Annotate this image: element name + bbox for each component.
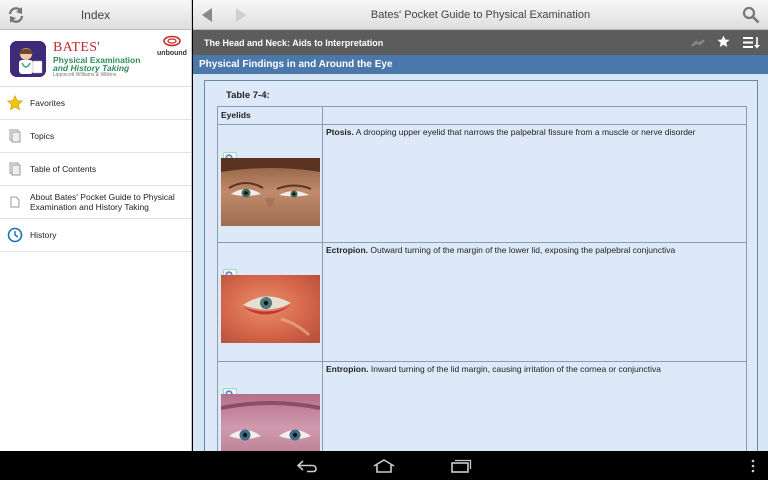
index-title: Index — [80, 8, 111, 22]
content-pane: Bates' Pocket Guide to Physical Examinat… — [193, 0, 768, 451]
chapter-title: The Head and Neck: Aids to Interpretatio… — [204, 38, 384, 48]
image-cell — [217, 361, 323, 451]
system-recents-button[interactable] — [450, 459, 472, 478]
bates-logo-icon — [10, 41, 46, 77]
section-title: Physical Findings in and Around the Eye — [199, 59, 393, 70]
page-icon — [7, 161, 23, 177]
android-navigation-bar — [0, 451, 768, 480]
description-cell: Entropion. Inward turning of the lid mar… — [322, 361, 747, 451]
table-caption: Table 7-4: — [226, 90, 270, 101]
term-label: Ptosis. — [326, 127, 354, 137]
page-icon — [7, 128, 23, 144]
brand-name: BATES' — [53, 40, 101, 55]
nav-item-label: Table of Contents — [30, 164, 97, 174]
ptosis-photo[interactable] — [221, 158, 320, 226]
content-area[interactable]: Table 7-4: Eyelids Ptosis. A drooping up… — [193, 74, 768, 451]
system-home-button[interactable] — [372, 459, 396, 478]
brand-publisher: Lippincott Williams & Wilkins — [53, 72, 117, 78]
term-description: Outward turning of the margin of the low… — [370, 245, 676, 255]
unbound-logo-text: unbound — [157, 50, 187, 57]
star-icon — [7, 95, 23, 111]
table-container: Table 7-4: Eyelids Ptosis. A drooping up… — [204, 80, 758, 451]
system-menu-button[interactable] — [750, 459, 756, 478]
term-description: Inward turning of the lid margin, causin… — [370, 364, 661, 374]
term-description: A drooping upper eyelid that narrows the… — [355, 127, 696, 137]
table-row: Entropion. Inward turning of the lid mar… — [217, 361, 747, 451]
content-toolbar: Bates' Pocket Guide to Physical Examinat… — [193, 0, 768, 30]
book-brand[interactable]: BATES' Physical Examination and History … — [0, 30, 191, 87]
nav-item-label: History — [30, 230, 57, 240]
table-header-row: Eyelids — [217, 106, 747, 125]
home-icon — [373, 459, 395, 473]
overflow-menu-icon — [751, 459, 755, 473]
table-header-cell: Eyelids — [217, 106, 323, 125]
search-button[interactable] — [742, 6, 760, 29]
nav-item-favorites[interactable]: Favorites — [0, 87, 191, 120]
nav-item-topics[interactable]: Topics — [0, 120, 191, 153]
nav-item-history[interactable]: History — [0, 219, 191, 252]
table-row: Ptosis. A drooping upper eyelid that nar… — [217, 124, 747, 243]
star-icon — [717, 35, 730, 48]
back-arrow-icon — [296, 460, 317, 473]
nav-item-label: Topics — [30, 131, 55, 141]
table-header-cell-empty — [322, 106, 747, 125]
nav-item-label: Favorites — [30, 98, 65, 108]
index-toolbar: Index — [0, 0, 191, 30]
page-icon — [7, 194, 23, 210]
term-label: Entropion. — [326, 364, 369, 374]
link-icon — [691, 39, 705, 47]
section-bar: Physical Findings in and Around the Eye — [193, 55, 768, 74]
nav-item-about[interactable]: About Bates' Pocket Guide to Physical Ex… — [0, 186, 191, 219]
nav-item-label: About Bates' Pocket Guide to Physical Ex… — [30, 192, 175, 212]
chapter-bar: The Head and Neck: Aids to Interpretatio… — [193, 30, 768, 55]
description-cell: Ptosis. A drooping upper eyelid that nar… — [322, 124, 747, 243]
recents-icon — [451, 459, 472, 473]
image-cell — [217, 242, 323, 362]
link-button[interactable] — [690, 36, 706, 54]
table-row: Ectropion. Outward turning of the margin… — [217, 242, 747, 362]
nav-item-table-of-contents[interactable]: Table of Contents — [0, 153, 191, 186]
book-title: Bates' Pocket Guide to Physical Examinat… — [370, 9, 591, 21]
search-icon — [742, 6, 760, 24]
unbound-logo-icon — [163, 35, 181, 47]
ectropion-photo[interactable] — [221, 275, 320, 343]
list-icon — [743, 37, 760, 49]
unbound-logo: unbound — [157, 34, 187, 57]
favorite-button[interactable] — [717, 35, 730, 53]
clock-icon — [7, 227, 23, 243]
entropion-photo[interactable] — [221, 394, 320, 451]
description-cell: Ectropion. Outward turning of the margin… — [322, 242, 747, 362]
contents-list-button[interactable] — [743, 36, 761, 54]
term-label: Ectropion. — [326, 245, 369, 255]
eyelids-table: Eyelids Ptosis. A drooping upper eyelid … — [217, 106, 747, 451]
image-cell — [217, 124, 323, 243]
system-back-button[interactable] — [296, 459, 318, 478]
index-pane: Index BATES' Physical Examination and Hi… — [0, 0, 192, 451]
